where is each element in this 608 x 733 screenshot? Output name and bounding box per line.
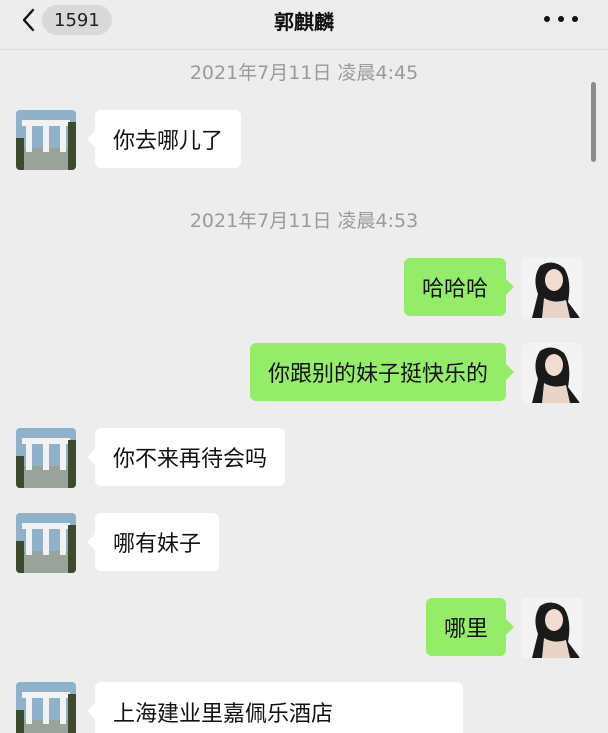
- message-bubble-outgoing[interactable]: 你跟别的妹子挺快乐的: [249, 343, 515, 401]
- scrollbar[interactable]: [591, 82, 596, 162]
- user-avatar[interactable]: [522, 258, 582, 318]
- timestamp: 2021年7月11日 凌晨4:53: [189, 210, 419, 232]
- timestamp: 2021年7月11日 凌晨4:45: [189, 62, 419, 84]
- user-avatar[interactable]: [522, 598, 582, 658]
- contact-avatar[interactable]: [16, 110, 76, 170]
- message-bubble-incoming[interactable]: 哪有妹子: [86, 513, 220, 571]
- user-avatar[interactable]: [522, 343, 582, 403]
- more-dots-icon: [544, 16, 550, 22]
- message-bubble-incoming[interactable]: 上海建业里嘉佩乐酒店: [87, 682, 463, 733]
- contact-avatar[interactable]: [16, 428, 76, 488]
- message-bubble-incoming[interactable]: 你不来再待会吗: [86, 428, 286, 486]
- contact-avatar[interactable]: [16, 513, 76, 573]
- message-bubble-outgoing[interactable]: 哪里: [425, 598, 515, 656]
- chat-header: 1591 郭麒麟: [0, 0, 608, 50]
- message-bubble-outgoing[interactable]: 哈哈哈: [403, 258, 515, 316]
- more-options-button[interactable]: [544, 14, 578, 24]
- contact-avatar[interactable]: [16, 682, 76, 733]
- chat-title: 郭麒麟: [274, 10, 334, 34]
- message-bubble-incoming[interactable]: 你去哪儿了: [86, 110, 242, 168]
